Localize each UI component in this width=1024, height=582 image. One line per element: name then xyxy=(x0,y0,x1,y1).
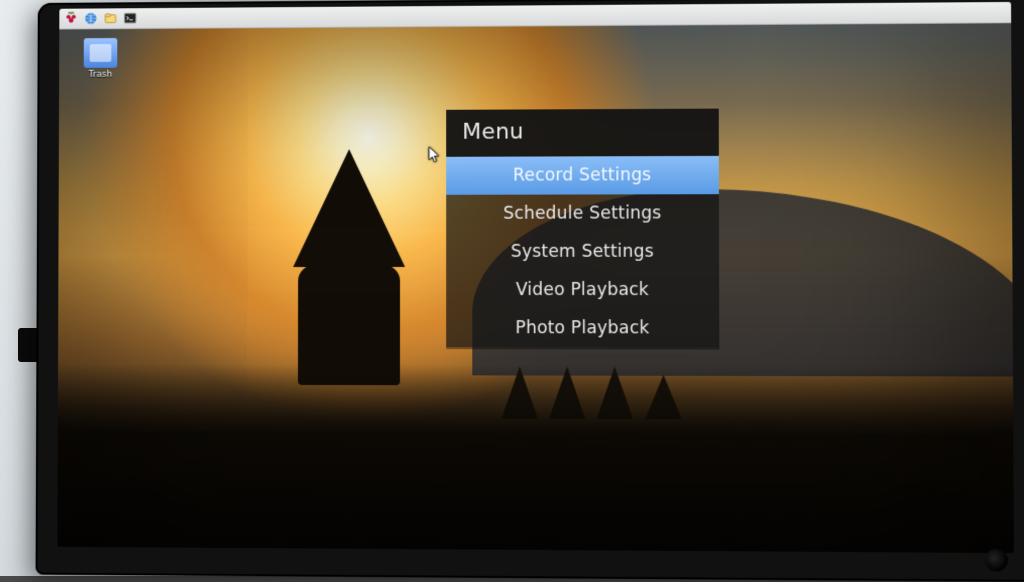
files-icon[interactable] xyxy=(103,10,119,26)
screen: Trash Menu Record Settings Schedule Sett… xyxy=(57,2,1014,553)
trash-label: Trash xyxy=(75,70,126,80)
osd-item-video-playback[interactable]: Video Playback xyxy=(446,271,719,309)
trash-desktop-icon[interactable]: Trash xyxy=(75,38,126,80)
osd-menu: Menu Record Settings Schedule Settings S… xyxy=(446,109,719,348)
osd-item-schedule-settings[interactable]: Schedule Settings xyxy=(446,194,719,233)
terminal-icon[interactable] xyxy=(122,10,138,26)
trash-icon xyxy=(84,38,118,68)
globe-icon[interactable] xyxy=(83,10,99,26)
raspberry-icon[interactable] xyxy=(63,11,79,27)
osd-item-photo-playback[interactable]: Photo Playback xyxy=(446,309,719,348)
monitor-bezel: Trash Menu Record Settings Schedule Sett… xyxy=(36,0,1024,582)
monitor-button xyxy=(985,549,1008,572)
mouse-cursor xyxy=(428,146,440,164)
osd-title: Menu xyxy=(446,109,719,157)
photo-background: Trash Menu Record Settings Schedule Sett… xyxy=(0,0,1024,576)
osd-item-system-settings[interactable]: System Settings xyxy=(446,232,719,270)
osd-item-record-settings[interactable]: Record Settings xyxy=(446,156,719,195)
